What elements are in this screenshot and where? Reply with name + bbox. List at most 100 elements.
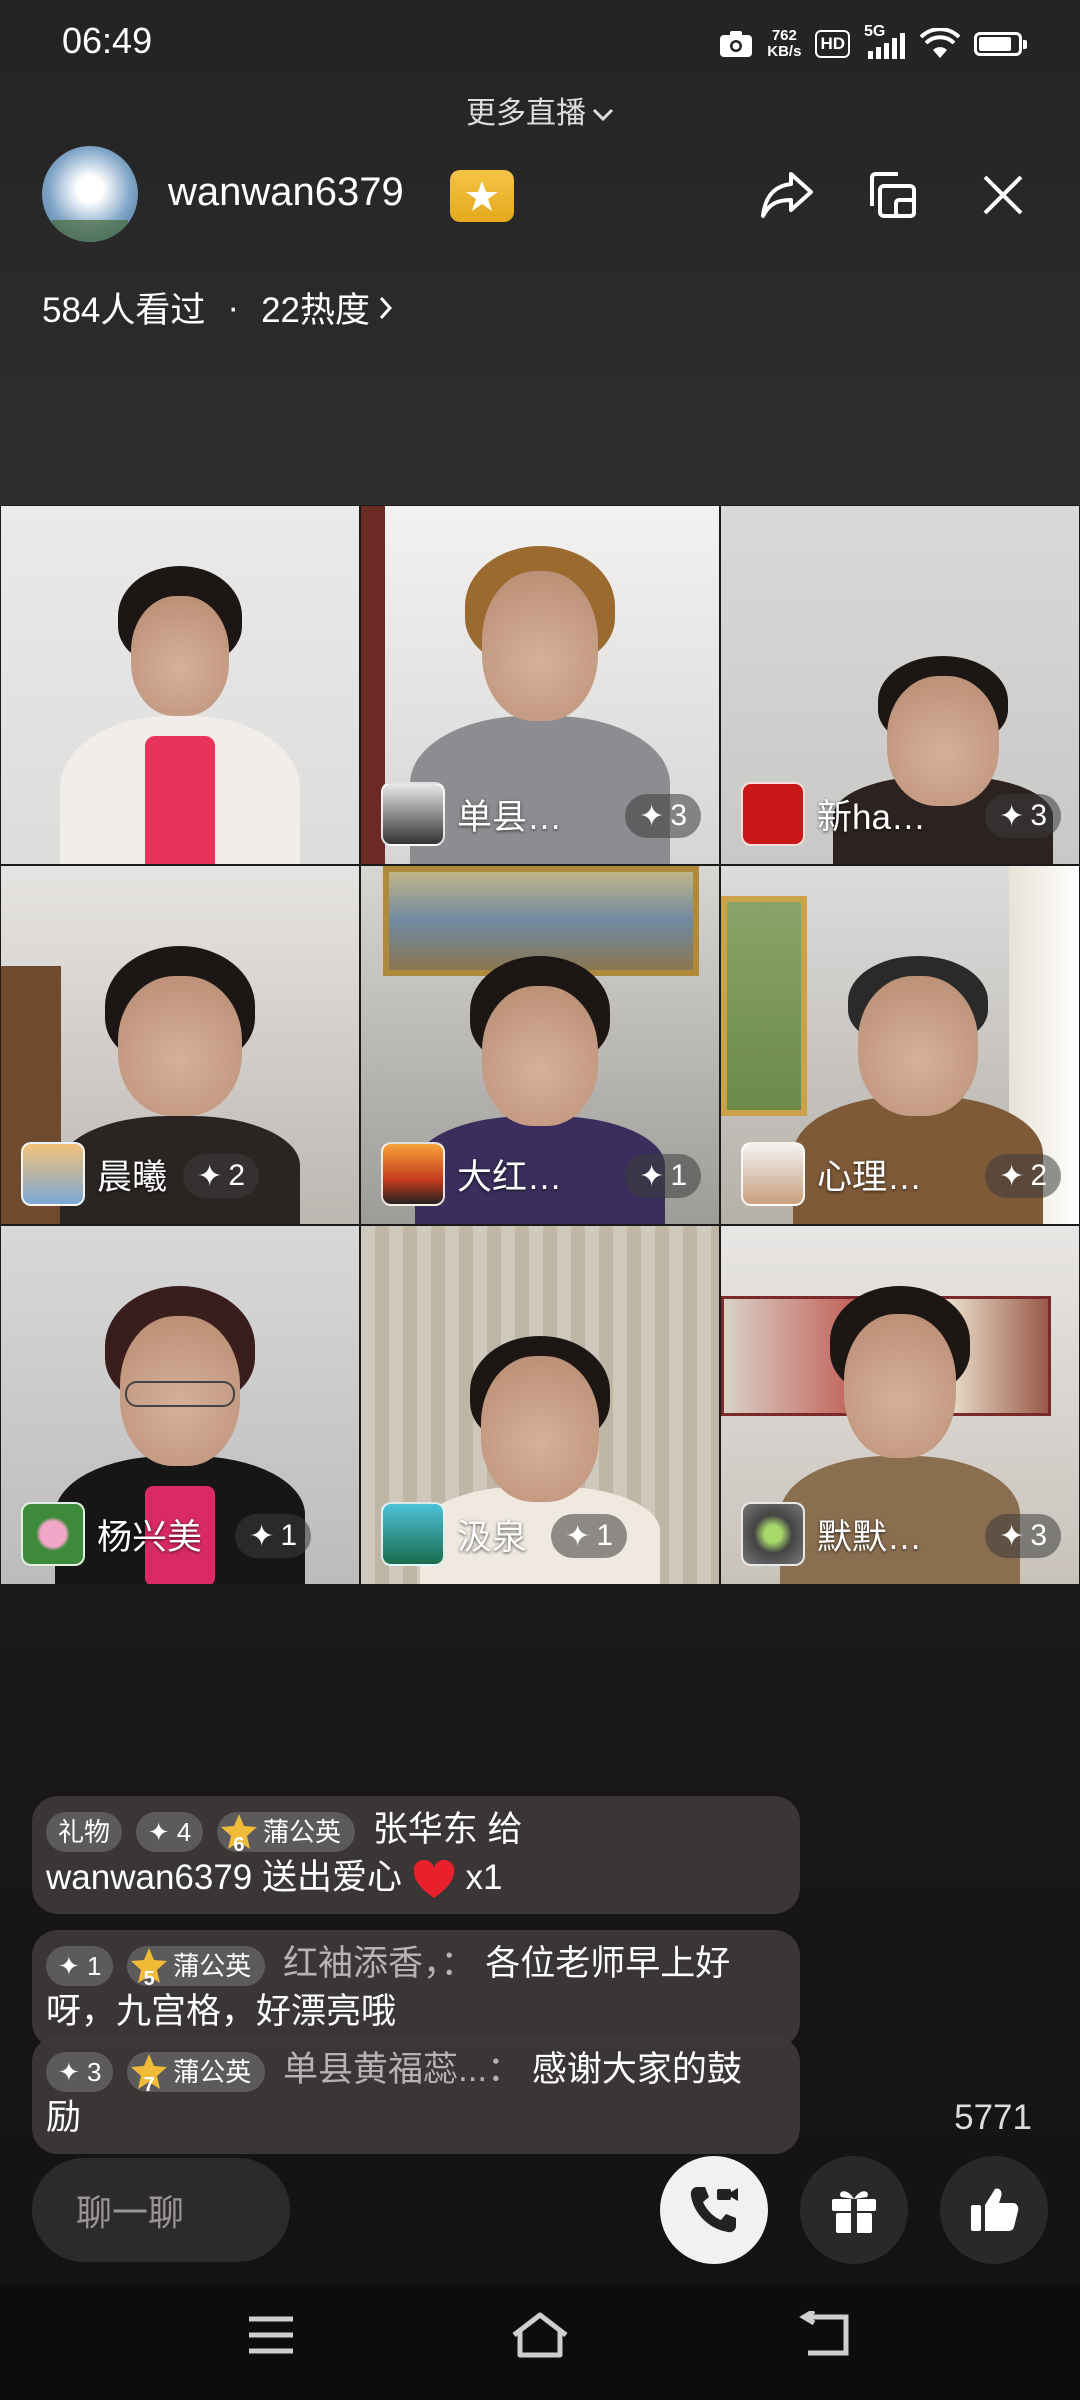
participant-name: 单县… [457, 797, 563, 837]
cellular-signal-icon: 5G [864, 23, 906, 61]
video-tile[interactable]: 晨曦 ✦ 2 [0, 865, 360, 1225]
participant-label: 心理… [741, 1142, 922, 1206]
participant-label: 单县… [381, 782, 562, 846]
chat-message-gift: 礼物 ✦ 4 6 蒲公英 张华东 给 wanwan6379 送出爱心 x1 [32, 1796, 800, 1914]
participant-avatar [741, 782, 805, 846]
points-value: 4 [176, 1816, 192, 1847]
gift-count: x1 [465, 1858, 503, 1897]
score-value: 2 [228, 1159, 245, 1192]
status-time: 06:49 [62, 20, 153, 61]
score-value: 2 [1030, 1159, 1047, 1192]
score-value: 3 [1030, 1519, 1047, 1552]
participant-name: 默默… [817, 1517, 923, 1557]
share-button[interactable] [752, 160, 822, 230]
home-icon [512, 2312, 568, 2358]
participant-avatar [21, 1142, 85, 1206]
more-live-button[interactable]: 更多直播 [0, 88, 1080, 132]
fan-club-badge: 7 蒲公英 [127, 2051, 266, 2096]
participant-label: 晨曦 [21, 1142, 167, 1206]
header-background [0, 0, 1080, 505]
video-tile[interactable]: 杨兴美 ✦ 1 [0, 1225, 360, 1585]
video-tile-host[interactable] [0, 505, 360, 865]
participant-name: 新ha… [817, 797, 926, 837]
heart-icon [413, 1859, 454, 1898]
participant-avatar [741, 1502, 805, 1566]
points-badge: ✦ 1 [46, 1945, 114, 1986]
video-tile[interactable]: 默默… ✦ 3 [720, 1225, 1080, 1585]
participant-avatar [381, 1502, 445, 1566]
chat-user[interactable]: 张华东 [373, 1810, 478, 1849]
score-value: 3 [670, 799, 687, 832]
back-button[interactable] [790, 2305, 860, 2365]
chat-text-line2: 呀，九宫格，好漂亮哦 [46, 1992, 397, 2031]
menu-icon [249, 2316, 293, 2354]
points-value: 1 [87, 1950, 102, 1981]
participant-name: 心理… [817, 1157, 923, 1197]
separator: · [227, 287, 240, 327]
participant-score: ✦ 1 [625, 1154, 701, 1198]
share-icon [761, 172, 813, 218]
screen-switch-button[interactable] [860, 160, 930, 230]
viewer-count: 584人看过 [42, 291, 206, 330]
score-value: 3 [1030, 799, 1047, 832]
gift-icon [832, 2191, 876, 2233]
participant-avatar [741, 1142, 805, 1206]
like-count: 5771 [954, 2098, 1032, 2137]
score-value: 1 [280, 1519, 297, 1552]
menu-button[interactable] [236, 2305, 306, 2365]
video-call-button[interactable] [660, 2156, 768, 2264]
camera-icon [720, 31, 753, 57]
video-tile[interactable]: 心理… ✦ 2 [720, 865, 1080, 1225]
hd-badge: HD [815, 30, 850, 58]
more-live-label: 更多直播 [466, 97, 586, 130]
back-icon [799, 2311, 849, 2356]
video-tile[interactable]: 新ha… ✦ 3 [720, 505, 1080, 865]
chat-colon: ： [440, 1944, 476, 1983]
fan-club-badge: 5 蒲公英 [127, 1945, 266, 1990]
fan-club-name: 蒲公英 [173, 1950, 252, 1981]
chat-input[interactable]: 聊一聊 [32, 2158, 290, 2262]
points-badge: ✦ 4 [135, 1811, 204, 1852]
participant-label: 大红… [381, 1142, 562, 1206]
points-value: 3 [87, 2056, 102, 2087]
gift-tag: 礼物 [46, 1811, 123, 1852]
video-tile[interactable]: 单县… ✦ 3 [360, 505, 720, 865]
chat-message: ✦ 1 5 蒲公英 红袖添香，： 各位老师早上好 呀，九宫格，好漂亮哦 [32, 1930, 800, 2048]
fan-club-name: 蒲公英 [173, 2056, 252, 2087]
thumbs-up-icon [971, 2188, 1019, 2231]
participant-label: 汲泉 [381, 1502, 527, 1566]
live-stats[interactable]: 584人看过 · 22热度 [42, 282, 394, 333]
participant-score: ✦ 3 [985, 1514, 1061, 1558]
chat-text: 给 [487, 1810, 523, 1849]
star-icon [466, 181, 498, 211]
chat-message: ✦ 3 7 蒲公英 单县黄福蕊...： 感谢大家的鼓 励 [32, 2036, 800, 2154]
chat-user[interactable]: 红袖添香， [283, 1944, 441, 1983]
chat-colon: ： [487, 2050, 523, 2089]
chat-text: 各位老师早上好 [485, 1944, 731, 1983]
gift-button[interactable] [800, 2156, 908, 2264]
video-tile[interactable]: 大红… ✦ 1 [360, 865, 720, 1225]
score-value: 1 [670, 1159, 687, 1192]
chevron-right-icon [379, 296, 393, 319]
video-tile[interactable]: 汲泉 ✦ 1 [360, 1225, 720, 1585]
participant-score: ✦ 1 [551, 1514, 627, 1558]
close-icon [983, 175, 1023, 215]
participant-name: 杨兴美 [97, 1517, 203, 1557]
participant-score: ✦ 2 [183, 1154, 259, 1198]
like-button[interactable] [940, 2156, 1048, 2264]
host-avatar[interactable] [42, 146, 138, 242]
participant-avatar [381, 782, 445, 846]
chevron-down-icon [592, 109, 614, 122]
participant-score: ✦ 1 [235, 1514, 311, 1558]
fan-level-star-icon: 5 [129, 1946, 169, 1990]
participant-label: 新ha… [741, 782, 926, 846]
chat-user[interactable]: 单县黄福蕊... [283, 2050, 487, 2089]
video-call-icon [690, 2187, 738, 2233]
participant-avatar [381, 1142, 445, 1206]
wifi-icon [920, 28, 960, 58]
home-button[interactable] [505, 2305, 575, 2365]
participant-label: 杨兴美 [21, 1502, 202, 1566]
fan-club-badge: 6 蒲公英 [216, 1811, 355, 1856]
close-button[interactable] [968, 160, 1038, 230]
host-name[interactable]: wanwan6379 [168, 170, 404, 215]
